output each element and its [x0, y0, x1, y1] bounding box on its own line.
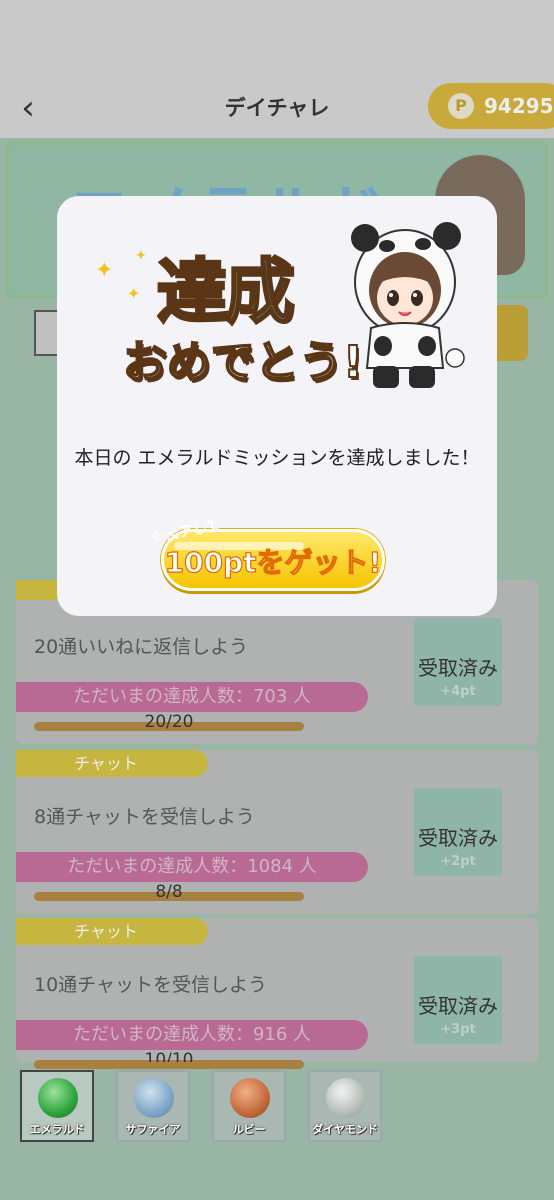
congrats-title: おめでとう!	[122, 336, 364, 389]
share-button-label: 100ptをゲット!	[164, 545, 382, 579]
achievement-modal: ✦ ✦ ✦ 達成 おめでとう! 本日の エメラルドミッションを達成しました！ シ…	[57, 196, 497, 616]
mission-title: 8通チャットを受信しよう	[34, 806, 255, 828]
diamond-gem-icon	[326, 1078, 366, 1118]
gem-tab-emerald[interactable]: エメラルド	[20, 1070, 94, 1142]
sparkle-icon: ✦	[95, 258, 114, 283]
points-badge[interactable]: P 94295	[428, 83, 554, 129]
emerald-gem-icon	[38, 1078, 78, 1118]
sapphire-gem-icon	[134, 1078, 174, 1118]
reward-points: +2pt	[440, 854, 476, 869]
claim-status: 受取済み	[418, 656, 498, 680]
gem-tab-sapphire[interactable]: サファイア	[116, 1070, 190, 1142]
points-coin-icon: P	[448, 93, 474, 119]
progress-text: 20/20	[144, 712, 194, 732]
mission-title: 10通チャットを受信しよう	[34, 974, 267, 996]
gem-tab-label: サファイア	[125, 1123, 181, 1136]
claim-status: 受取済み	[418, 994, 498, 1018]
mission-title: 20通いいねに返信しよう	[34, 636, 249, 658]
achievers-bar: ただいまの達成人数：1084 人	[16, 852, 368, 882]
share-button[interactable]: シェアして 100ptをゲット!	[150, 517, 385, 595]
gem-tab-label: エメラルド	[29, 1123, 85, 1136]
gem-tab-label: ルビー	[232, 1123, 266, 1136]
achievers-bar: ただいまの達成人数：916 人	[16, 1020, 368, 1050]
achievement-title: 達成	[156, 236, 297, 337]
mission-category-tag: チャット	[16, 750, 208, 777]
claim-status: 受取済み	[418, 826, 498, 850]
sparkle-icon: ✦	[135, 248, 147, 264]
status-bar	[0, 0, 554, 78]
reward-points: +4pt	[440, 684, 476, 699]
gem-tab-label: ダイヤモンド	[312, 1123, 378, 1136]
mission-category-tag: チャット	[16, 918, 208, 945]
progress-text: 8/8	[155, 882, 183, 902]
progress-text: 10/10	[144, 1050, 194, 1062]
panda-mascot-image	[351, 222, 465, 388]
reward-points: +3pt	[440, 1022, 476, 1037]
modal-message: 本日の エメラルドミッションを達成しました！	[74, 447, 480, 469]
points-value: 94295	[484, 94, 554, 118]
mission-card: チャット 10通チャットを受信しよう ただいまの達成人数：916 人 10/10…	[16, 918, 538, 1069]
mission-card: チャット 8通チャットを受信しよう ただいまの達成人数：1084 人 8/8 受…	[16, 750, 538, 914]
achievers-bar: ただいまの達成人数：703 人	[16, 682, 368, 712]
gem-tab-ruby[interactable]: ルビー	[212, 1070, 286, 1142]
gem-tab-diamond[interactable]: ダイヤモンド	[308, 1070, 382, 1142]
sparkle-icon: ✦	[127, 284, 141, 303]
ruby-gem-icon	[230, 1078, 270, 1118]
